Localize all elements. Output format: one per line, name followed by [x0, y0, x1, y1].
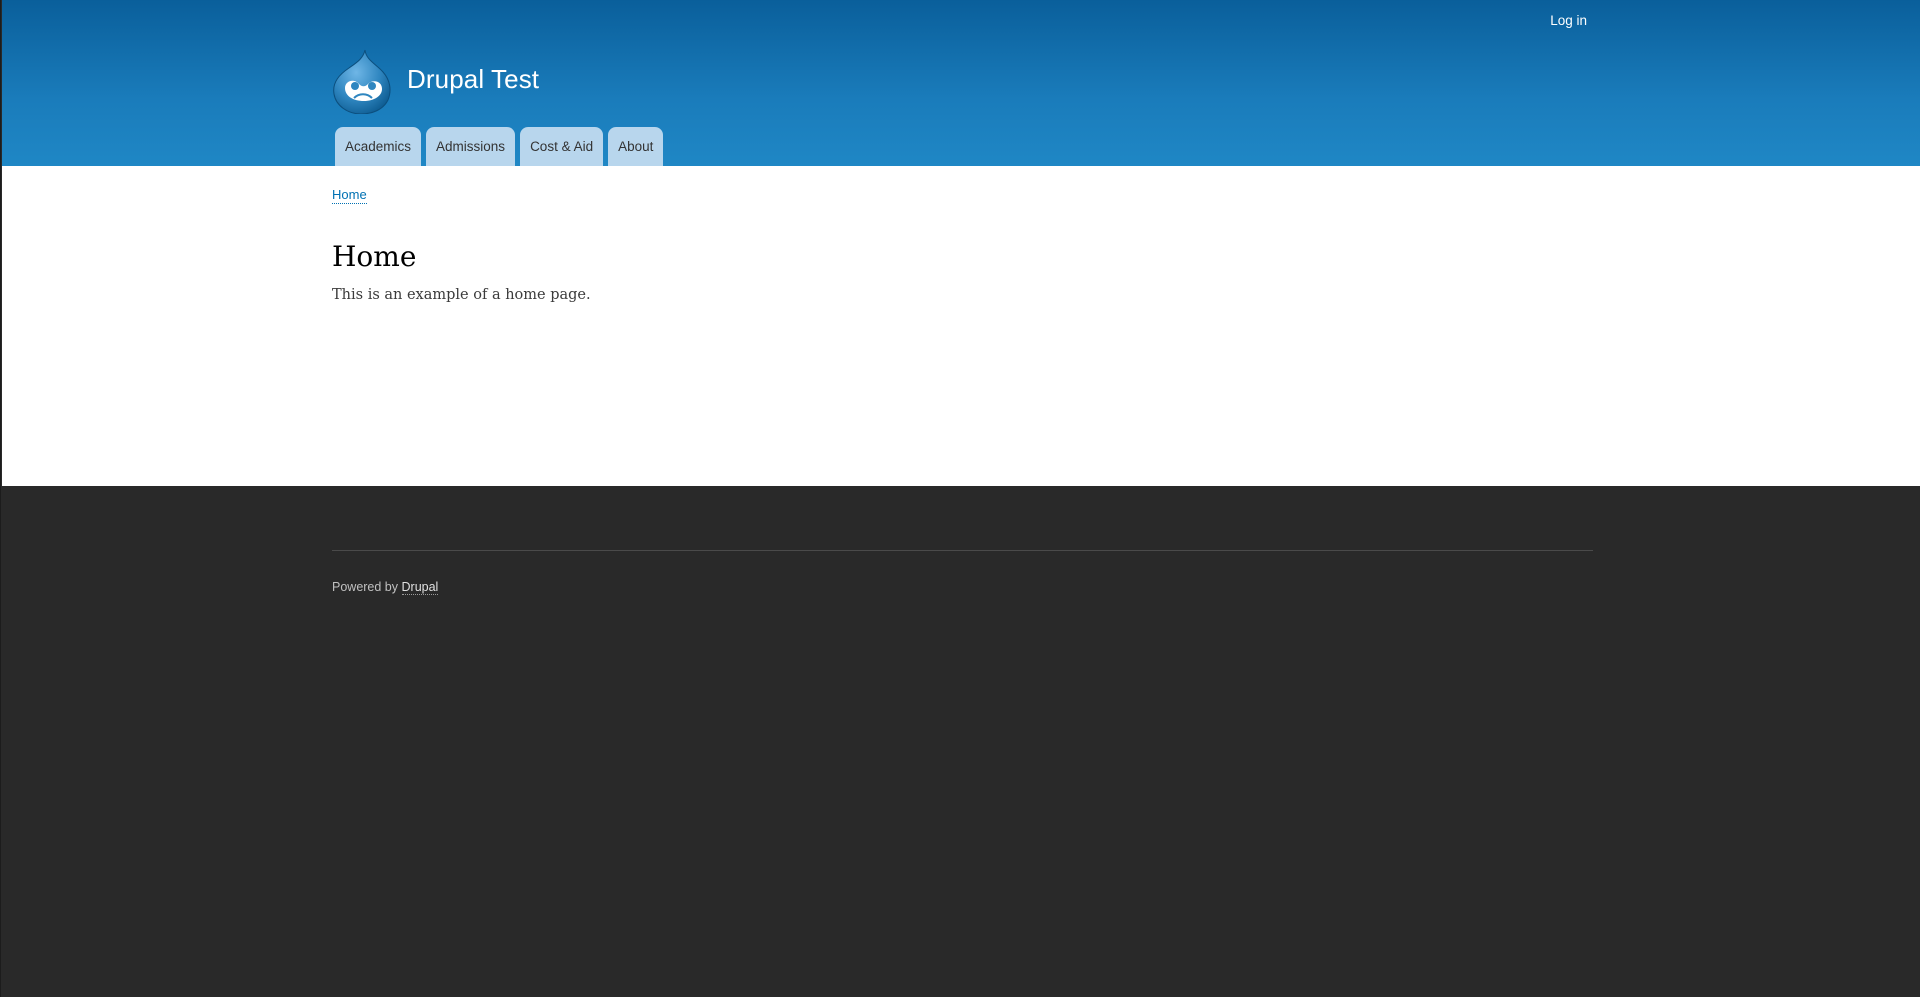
main-menu-item-cost-aid[interactable]: Cost & Aid: [520, 127, 604, 166]
site-logo[interactable]: [332, 48, 392, 115]
drupal-drop-icon: [333, 49, 391, 115]
main-menu-item-academics[interactable]: Academics: [335, 127, 422, 166]
powered-by-prefix: Powered by: [332, 580, 399, 594]
main-menu-item-about[interactable]: About: [608, 127, 664, 166]
page-body-text: This is an example of a home page.: [332, 287, 591, 303]
footer-divider: [332, 550, 1593, 551]
secondary-menu: Log in: [1550, 12, 1587, 30]
site-header: Log in Drupal Test Academics Admissions …: [2, 0, 1920, 166]
login-link[interactable]: Log in: [1550, 13, 1587, 28]
site-footer: Powered by Drupal: [2, 486, 1920, 997]
main-content: Home Home This is an example of a home p…: [2, 166, 1920, 486]
main-menu: Academics Admissions Cost & Aid About: [335, 127, 664, 166]
page-title: Home: [332, 240, 417, 273]
drupal-link[interactable]: Drupal: [401, 580, 439, 595]
main-menu-item-admissions[interactable]: Admissions: [426, 127, 516, 166]
site-name[interactable]: Drupal Test: [407, 64, 539, 95]
powered-by: Powered by Drupal: [332, 580, 439, 595]
breadcrumb-home-link[interactable]: Home: [332, 187, 367, 204]
page: Log in Drupal Test Academics Admissions …: [0, 0, 1920, 997]
